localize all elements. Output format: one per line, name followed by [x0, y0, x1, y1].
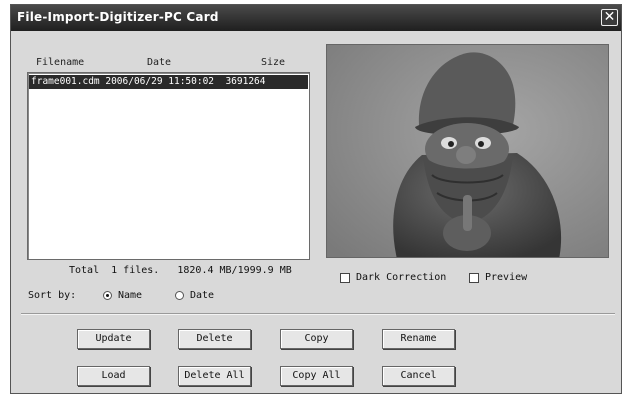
- dark-correction-option[interactable]: Dark Correction: [340, 272, 446, 283]
- sort-date-label: Date: [190, 290, 215, 301]
- file-list[interactable]: frame001.cdm 2006/06/29 11:50:02 3691264: [27, 72, 310, 260]
- delete-all-button[interactable]: Delete All: [178, 366, 251, 386]
- title-bar: File-Import-Digitizer-PC Card ✕: [11, 5, 621, 31]
- sort-by-label: Sort by:: [28, 290, 77, 301]
- radio-unselected-icon[interactable]: [175, 291, 184, 300]
- update-button[interactable]: Update: [77, 329, 150, 349]
- gnome-photo: [327, 45, 608, 257]
- copy-button[interactable]: Copy: [280, 329, 353, 349]
- radio-selected-icon[interactable]: [103, 291, 112, 300]
- preview-checkbox[interactable]: [469, 272, 479, 283]
- separator-line: [21, 313, 615, 315]
- column-header-size[interactable]: Size: [261, 57, 285, 68]
- sort-name-label: Name: [118, 290, 143, 301]
- dark-correction-checkbox[interactable]: [340, 272, 350, 283]
- close-icon: ✕: [603, 9, 616, 25]
- window-title: File-Import-Digitizer-PC Card: [17, 10, 219, 24]
- close-button[interactable]: ✕: [601, 9, 618, 26]
- sort-date-radio[interactable]: Date: [175, 290, 214, 301]
- rename-button[interactable]: Rename: [382, 329, 455, 349]
- delete-button[interactable]: Delete: [178, 329, 251, 349]
- import-dialog: File-Import-Digitizer-PC Card ✕ Filename…: [10, 4, 622, 394]
- column-header-date[interactable]: Date: [147, 57, 171, 68]
- cancel-button[interactable]: Cancel: [382, 366, 455, 386]
- column-header-filename[interactable]: Filename: [36, 57, 84, 68]
- preview-option[interactable]: Preview: [469, 272, 527, 283]
- dark-correction-label: Dark Correction: [356, 272, 447, 283]
- copy-all-button[interactable]: Copy All: [280, 366, 353, 386]
- preview-label: Preview: [485, 272, 528, 283]
- storage-summary: Total 1 files. 1820.4 MB/1999.9 MB: [69, 265, 292, 276]
- load-button[interactable]: Load: [77, 366, 150, 386]
- file-row-selected[interactable]: frame001.cdm 2006/06/29 11:50:02 3691264: [29, 75, 308, 89]
- sort-name-radio[interactable]: Name: [103, 290, 142, 301]
- preview-image: [326, 44, 609, 258]
